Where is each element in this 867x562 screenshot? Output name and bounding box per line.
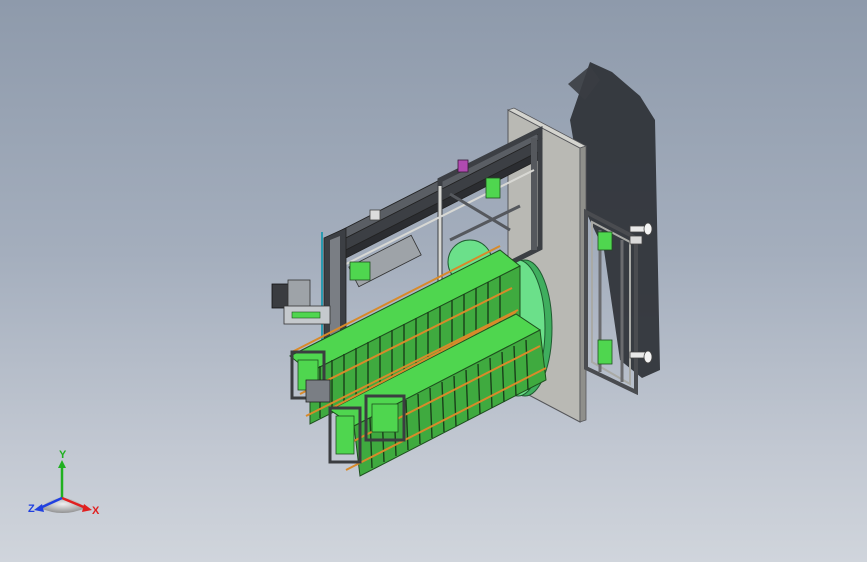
triad-z-label: Z (28, 503, 35, 515)
orientation-triad[interactable]: Y X Z (24, 448, 110, 520)
triad-y-label: Y (59, 449, 67, 461)
cad-model-view[interactable] (0, 0, 867, 562)
triad-x-label: X (92, 505, 100, 517)
cad-viewport[interactable]: Y X Z (0, 0, 867, 562)
